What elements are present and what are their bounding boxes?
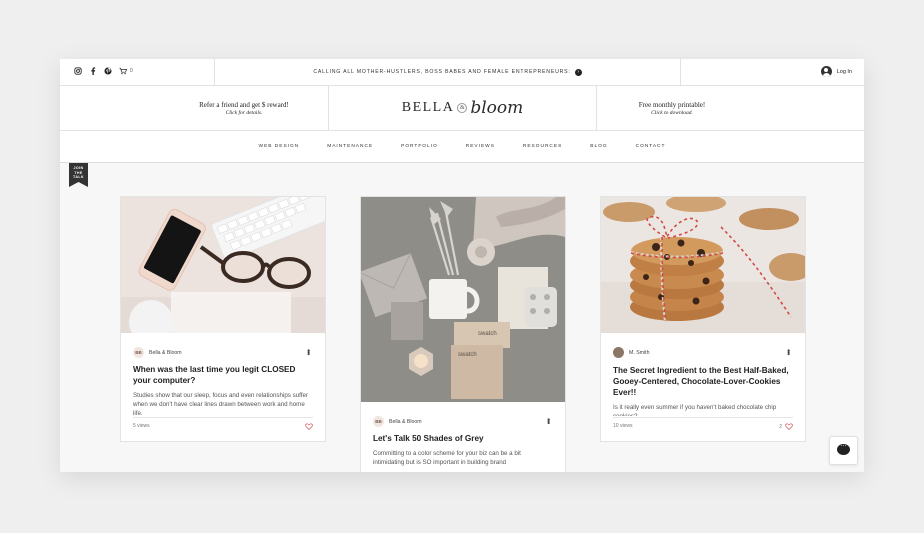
- printable-promo-title: Free monthly printable!: [638, 100, 706, 109]
- nav-blog[interactable]: BLOG: [590, 144, 607, 149]
- cart-icon[interactable]: [119, 67, 127, 75]
- post-title[interactable]: The Secret Ingredient to the Best Half-B…: [613, 365, 797, 398]
- chat-icon: [837, 441, 850, 455]
- like-button[interactable]: [302, 423, 313, 430]
- nav-contact[interactable]: CONTACT: [636, 144, 666, 149]
- author-name[interactable]: Bella & Bloom: [149, 350, 182, 356]
- post-excerpt: Committing to a color scheme for your bi…: [373, 450, 521, 466]
- arrow-right-icon[interactable]: ›: [574, 68, 582, 76]
- post-title[interactable]: When was the last time you legit CLOSED …: [133, 364, 311, 386]
- announcement-bar[interactable]: CALLING ALL MOTHER-HUSTLERS, BOSS BABES …: [215, 59, 680, 85]
- post-meta: M. Smith: [613, 347, 649, 358]
- site-header: Refer a friend and get $ reward! Click f…: [60, 86, 864, 131]
- nav-web-design[interactable]: WEB DESIGN: [259, 144, 300, 149]
- author-name[interactable]: Bella & Bloom: [389, 419, 422, 425]
- site-logo[interactable]: BELLA & bloom: [329, 86, 596, 130]
- nav-reviews[interactable]: REVIEWS: [466, 144, 495, 149]
- author-photo[interactable]: [613, 347, 624, 358]
- login-button[interactable]: Log In: [820, 66, 852, 77]
- post-title[interactable]: Let's Talk 50 Shades of Grey: [373, 433, 551, 444]
- top-bar: 0 CALLING ALL MOTHER-HUSTLERS, BOSS BABE…: [60, 59, 864, 86]
- more-options-icon[interactable]: •••: [304, 349, 313, 354]
- card-divider: [133, 417, 313, 418]
- referral-promo[interactable]: Refer a friend and get $ reward! Click f…: [160, 86, 328, 130]
- post-image-flatlay[interactable]: [361, 197, 565, 402]
- social-links: 0: [74, 67, 133, 75]
- author-avatar[interactable]: BB: [133, 347, 144, 358]
- post-meta: BB Bella & Bloom: [373, 416, 422, 427]
- like-button[interactable]: 2: [779, 423, 793, 430]
- ribbon-line3: TALK: [73, 175, 84, 180]
- nav-portfolio[interactable]: PORTFOLIO: [401, 144, 438, 149]
- logo-bloom: bloom: [470, 98, 524, 118]
- logo-ampersand: &: [457, 103, 468, 113]
- post-card[interactable]: swatch swatch BB Bella & Bloom ••• Let's…: [360, 196, 566, 472]
- heart-icon[interactable]: [305, 423, 313, 430]
- post-image-cookies[interactable]: [601, 197, 805, 333]
- user-avatar-icon: [820, 66, 832, 77]
- post-meta: BB Bella & Bloom: [133, 347, 182, 358]
- post-card[interactable]: BB Bella & Bloom ••• When was the last t…: [120, 196, 326, 442]
- main-nav: WEB DESIGN MAINTENANCE PORTFOLIO REVIEWS…: [60, 131, 864, 163]
- post-image-desk[interactable]: [121, 197, 325, 333]
- nav-maintenance[interactable]: MAINTENANCE: [327, 144, 373, 149]
- author-avatar[interactable]: BB: [373, 416, 384, 427]
- cart-count: 0: [130, 68, 133, 74]
- more-options-icon[interactable]: •••: [784, 349, 793, 354]
- facebook-icon[interactable]: [89, 67, 97, 75]
- logo-bella: BELLA: [401, 100, 455, 115]
- post-card[interactable]: M. Smith ••• The Secret Ingredient to th…: [600, 196, 806, 442]
- login-label: Log In: [836, 68, 852, 75]
- announcement-text: CALLING ALL MOTHER-HUSTLERS, BOSS BABES …: [313, 69, 571, 75]
- view-count: 10 views: [613, 423, 633, 429]
- more-options-icon[interactable]: •••: [544, 418, 553, 423]
- heart-icon[interactable]: [785, 423, 793, 430]
- card-divider: [613, 417, 793, 418]
- view-count: 5 views: [133, 423, 150, 429]
- author-name[interactable]: M. Smith: [629, 350, 649, 356]
- join-the-talk-ribbon: JOIN THE TALK: [69, 163, 88, 187]
- referral-promo-title: Refer a friend and get $ reward!: [199, 100, 289, 109]
- like-count: 2: [779, 423, 782, 430]
- pinterest-icon[interactable]: [104, 67, 112, 75]
- printable-promo[interactable]: Free monthly printable! Click to downloa…: [597, 86, 747, 130]
- nav-resources[interactable]: RESOURCES: [523, 144, 562, 149]
- printable-promo-subtitle: Click to download.: [651, 109, 693, 116]
- chat-widget-button[interactable]: [829, 436, 858, 465]
- instagram-icon[interactable]: [74, 67, 82, 75]
- browser-page: 0 CALLING ALL MOTHER-HUSTLERS, BOSS BABE…: [60, 59, 864, 472]
- swatch-label: swatch: [458, 352, 477, 358]
- swatch-label: swatch: [478, 331, 497, 337]
- post-excerpt: Is it really even summer if you haven't …: [613, 404, 777, 416]
- referral-promo-subtitle: Click for details.: [225, 109, 263, 116]
- post-excerpt: Studies show that our sleep, focus and e…: [133, 392, 308, 416]
